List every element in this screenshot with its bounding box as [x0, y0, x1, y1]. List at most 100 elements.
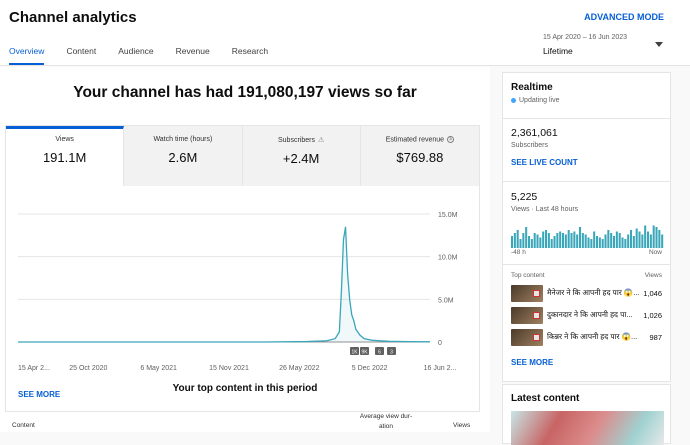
views-headline: Your channel has had 191,080,197 views s… — [73, 84, 417, 101]
subscriber-label: Subscribers — [511, 142, 548, 149]
x-tick-label: 16 Jun 2... — [424, 365, 457, 372]
realtime-bar — [613, 236, 616, 248]
x-tick-label: 15 Apr 2... — [18, 365, 50, 372]
tab-bar: Overview Content Audience Revenue Resear… — [9, 46, 290, 65]
metric-subscribers[interactable]: Subscribers ⚠ +2.4M — [242, 126, 361, 186]
realtime-bar — [570, 233, 573, 248]
y-tick-label: 10.0M — [438, 255, 458, 262]
date-range-selector[interactable]: 15 Apr 2020 – 16 Jun 2023 Lifetime — [543, 34, 627, 56]
see-live-count-link[interactable]: SEE LIVE COUNT — [511, 158, 670, 167]
realtime-bar — [598, 237, 601, 248]
realtime-bar — [638, 231, 641, 248]
video-views: 987 — [649, 332, 662, 342]
tab-overview[interactable]: Overview — [9, 46, 45, 65]
views-48h-label: Views · Last 48 hours — [511, 206, 579, 213]
realtime-bar — [590, 239, 593, 248]
realtime-panel: Realtime Updating live 2,361,061 Subscri… — [502, 72, 671, 382]
realtime-bar — [536, 234, 539, 248]
live-dot-icon — [511, 98, 516, 103]
realtime-bar — [564, 234, 567, 248]
tab-research[interactable]: Research — [232, 46, 268, 65]
realtime-bar — [525, 227, 528, 248]
realtime-bar — [547, 233, 550, 248]
realtime-bar — [618, 233, 621, 248]
metric-watch-time[interactable]: Watch time (hours) 2.6M — [124, 126, 243, 186]
realtime-bar — [559, 231, 562, 248]
divider — [503, 118, 670, 119]
chart-event-marker-label: 9K — [361, 350, 368, 356]
realtime-bar — [644, 225, 647, 248]
metric-revenue[interactable]: Estimated revenue $ $769.88 — [360, 126, 479, 186]
realtime-bar — [593, 231, 596, 248]
advanced-mode-button[interactable]: ADVANCED MODE — [584, 12, 664, 22]
realtime-title: Realtime — [511, 82, 553, 93]
column-header-content: Content — [12, 422, 35, 429]
realtime-bar — [556, 233, 559, 248]
chart-series-area — [18, 226, 430, 342]
realtime-bar — [579, 227, 582, 248]
date-range-selection: Lifetime — [543, 46, 573, 56]
tab-content[interactable]: Content — [66, 46, 96, 65]
live-status: Updating live — [511, 97, 670, 104]
realtime-bar — [567, 230, 570, 248]
video-thumbnail — [511, 284, 543, 302]
video-title: दुकानदार ने कि आपनी हद पा... — [547, 310, 633, 319]
realtime-bar — [511, 236, 514, 248]
realtime-bar — [528, 236, 531, 248]
metric-label-text: Estimated revenue — [385, 136, 445, 144]
chevron-down-icon[interactable] — [655, 42, 663, 47]
realtime-bar — [641, 234, 644, 248]
column-header-views: Views — [453, 422, 471, 429]
views-line-chart: 15.0M 10.0M 5.0M 0 15 Apr 2... 25 Oct 2020 6 M… — [18, 212, 458, 372]
realtime-bar — [624, 239, 627, 248]
warning-icon: ⚠ — [317, 137, 325, 144]
list-item[interactable]: मैनेजर ने कि आपनी हद पार 😱... 1,046 — [503, 282, 670, 304]
metric-tabs: Views 191.1M Watch time (hours) 2.6M Sub… — [6, 126, 479, 186]
column-header-line: Average view dur- — [359, 413, 413, 420]
realtime-bar — [542, 231, 545, 248]
video-title: किन्नर ने कि आपनी हद पार 😱... — [547, 332, 638, 341]
latest-video-thumbnail[interactable] — [511, 411, 664, 445]
realtime-bar — [661, 234, 664, 248]
latest-content-panel: Latest content — [502, 384, 671, 445]
top-content-header: Top content Views — [503, 272, 670, 279]
realtime-bar — [610, 233, 613, 248]
realtime-bar — [516, 230, 519, 248]
realtime-bar — [530, 239, 533, 248]
top-content-label: Top content — [511, 272, 545, 279]
bar-axis: -48 h Now — [503, 249, 670, 256]
main-panel: Your channel has had 191,080,197 views s… — [0, 67, 490, 432]
realtime-bar — [576, 234, 579, 248]
realtime-bar — [513, 233, 516, 248]
divider — [503, 264, 670, 265]
realtime-bar — [627, 234, 630, 248]
tab-revenue[interactable]: Revenue — [176, 46, 210, 65]
video-views: 1,026 — [643, 310, 662, 320]
realtime-bar — [621, 237, 624, 248]
list-item[interactable]: दुकानदार ने कि आपनी हद पा... 1,026 — [503, 304, 670, 326]
realtime-see-more-link[interactable]: SEE MORE — [511, 358, 670, 367]
metric-label-text: Subscribers — [278, 137, 315, 144]
metric-views[interactable]: Views 191.1M — [6, 126, 125, 186]
divider — [503, 181, 670, 182]
top-content-title: Your top content in this period — [172, 383, 318, 394]
x-tick-label: 26 May 2022 — [279, 365, 320, 372]
metric-label: Views — [55, 136, 74, 143]
chart-event-marker-label: 3 — [390, 350, 393, 356]
metrics-card: Views 191.1M Watch time (hours) 2.6M Sub… — [5, 125, 480, 412]
realtime-bar — [601, 239, 604, 248]
live-status-text: Updating live — [519, 97, 560, 104]
top-bar: Channel analytics ADVANCED MODE Overview… — [0, 0, 690, 66]
metric-value: 191.1M — [42, 150, 87, 165]
metric-label: Estimated revenue $ — [361, 136, 479, 143]
realtime-bar — [649, 234, 652, 248]
realtime-bar — [632, 236, 635, 248]
realtime-bar — [562, 233, 565, 248]
bar-axis-end: Now — [648, 249, 662, 256]
y-tick-label: 15.0M — [438, 212, 458, 219]
realtime-bar — [604, 234, 607, 248]
subscriber-count: 2,361,061 — [511, 127, 558, 139]
list-item[interactable]: किन्नर ने कि आपनी हद पार 😱... 987 — [503, 326, 670, 348]
tab-audience[interactable]: Audience — [118, 46, 153, 65]
realtime-bar — [545, 230, 548, 248]
